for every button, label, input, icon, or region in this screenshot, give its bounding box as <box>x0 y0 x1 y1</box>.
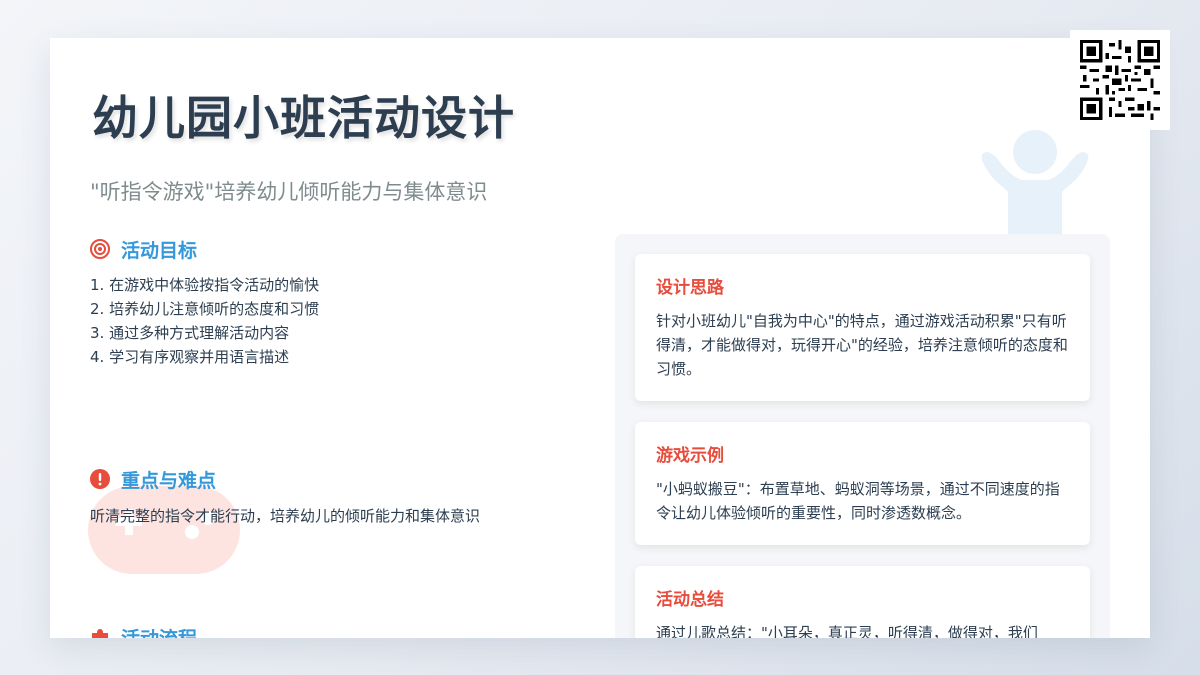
puzzle-icon <box>90 627 110 638</box>
slide: 幼儿园小班活动设计 "听指令游戏"培养幼儿倾听能力与集体意识 活动目标 1. 在… <box>50 38 1150 638</box>
page-title: 幼儿园小班活动设计 <box>92 91 515 145</box>
section-goals-header: 活动目标 <box>90 236 590 262</box>
qr-code-icon <box>1080 40 1160 120</box>
section-process-header: 活动流程 <box>90 624 590 638</box>
section-goals: 活动目标 1. 在游戏中体验按指令活动的愉快 2. 培养幼儿注意倾听的态度和习惯… <box>90 236 590 369</box>
card-text: 针对小班幼儿"自我为中心"的特点，通过游戏活动积累"只有听得清，才能做得对，玩得… <box>656 312 1068 378</box>
card-title: 游戏示例 <box>656 446 724 466</box>
goals-list: 1. 在游戏中体验按指令活动的愉快 2. 培养幼儿注意倾听的态度和习惯 3. 通… <box>90 273 590 369</box>
section-process-title: 活动流程 <box>121 624 197 639</box>
target-icon <box>90 239 110 259</box>
child-figure-icon <box>970 126 1100 246</box>
list-item: 2. 培养幼儿注意倾听的态度和习惯 <box>90 300 320 318</box>
card-design-idea: 设计思路 针对小班幼儿"自我为中心"的特点，通过游戏活动积累"只有听得清，才能做… <box>635 254 1090 401</box>
card-text: 通过儿歌总结："小耳朵，真正灵，听得清，做得对，我们 <box>656 624 1038 638</box>
card-title: 活动总结 <box>656 590 724 610</box>
list-item: 1. 在游戏中体验按指令活动的愉快 <box>90 276 320 294</box>
section-focus: 重点与难点 听清完整的指令才能行动，培养幼儿的倾听能力和集体意识 <box>90 466 590 526</box>
section-process: 活动流程 <box>90 624 590 638</box>
focus-text: 听清完整的指令才能行动，培养幼儿的倾听能力和集体意识 <box>90 507 481 525</box>
section-focus-title: 重点与难点 <box>121 469 217 492</box>
page-subtitle: "听指令游戏"培养幼儿倾听能力与集体意识 <box>90 180 488 204</box>
section-focus-header: 重点与难点 <box>90 466 590 492</box>
list-item: 4. 学习有序观察并用语言描述 <box>90 348 290 366</box>
card-title: 设计思路 <box>656 278 724 298</box>
right-panel: 设计思路 针对小班幼儿"自我为中心"的特点，通过游戏活动积累"只有听得清，才能做… <box>615 234 1110 638</box>
section-goals-title: 活动目标 <box>121 239 198 262</box>
card-text: "小蚂蚁搬豆"：布置草地、蚂蚁洞等场景，通过不同速度的指令让幼儿体验倾听的重要性… <box>656 480 1060 522</box>
qr-code[interactable] <box>1070 30 1170 130</box>
card-game-example: 游戏示例 "小蚂蚁搬豆"：布置草地、蚂蚁洞等场景，通过不同速度的指令让幼儿体验倾… <box>635 422 1090 545</box>
list-item: 3. 通过多种方式理解活动内容 <box>90 324 290 342</box>
card-summary: 活动总结 通过儿歌总结："小耳朵，真正灵，听得清，做得对，我们 <box>635 566 1090 638</box>
exclamation-icon <box>90 469 110 489</box>
